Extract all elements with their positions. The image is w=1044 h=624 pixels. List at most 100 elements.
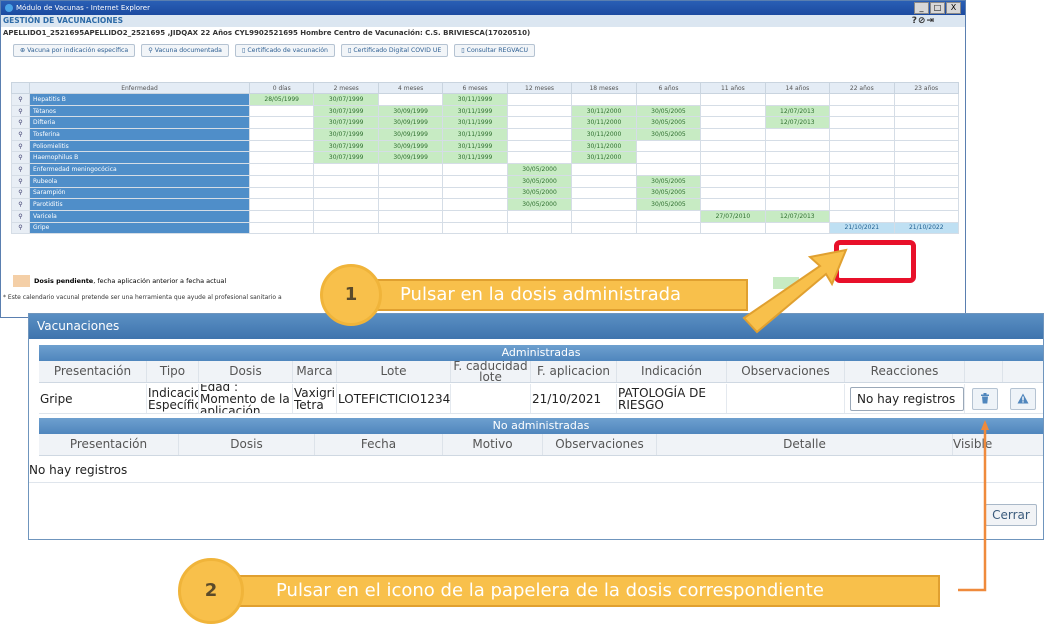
dose-cell[interactable]: 30/07/1999 (313, 139, 379, 153)
step1-text: Pulsar en la dosis administrada (400, 284, 682, 305)
covid-certificate-button[interactable]: ▯ Certificado Digital COVID UE (340, 43, 449, 57)
documented-vaccine-button[interactable]: ⚲ Vacuna documentada (141, 43, 229, 57)
specific-indication-button[interactable]: ⊕ Vacuna por indicación específica (13, 43, 136, 57)
dose-cell[interactable]: 30/11/2000 (571, 139, 637, 153)
calendar-row: ⚲ Sarampión 30/05/2000 30/05/2005 (11, 186, 960, 200)
search-icon[interactable]: ⚲ (11, 104, 30, 118)
dose-cell[interactable]: 12/07/2013 (764, 104, 831, 118)
alert-button[interactable] (1010, 387, 1036, 410)
empty-cell (829, 163, 895, 176)
empty-cell (764, 221, 831, 235)
empty-cell (635, 221, 702, 235)
close-window-button[interactable]: X (946, 2, 961, 14)
search-icon[interactable]: ⚲ (11, 116, 30, 130)
empty-cell (700, 186, 766, 200)
search-icon[interactable]: ⚲ (11, 93, 30, 106)
calendar-row: ⚲ Tosferina 30/07/1999 30/09/1999 30/11/1999… (11, 128, 960, 141)
dose-cell[interactable]: 30/09/1999 (377, 151, 444, 165)
dose-cell[interactable]: 30/11/1999 (442, 139, 508, 153)
header-icons[interactable]: ?⊘⇥ (912, 15, 935, 27)
dose-cell[interactable]: 30/05/2005 (635, 128, 702, 141)
cell-alert (1003, 384, 1043, 413)
dose-cell[interactable]: 30/11/2000 (571, 116, 637, 130)
search-icon[interactable]: ⚲ (11, 139, 30, 153)
dose-cell[interactable]: 30/09/1999 (377, 128, 444, 141)
empty-cell (764, 174, 831, 188)
reactions-box[interactable]: No hay registros (850, 386, 964, 411)
maximize-button[interactable]: □ (930, 2, 945, 14)
dose-cell[interactable]: 21/10/2022 (893, 221, 960, 235)
dose-cell[interactable]: 30/07/1999 (313, 151, 379, 165)
search-icon[interactable]: ⚲ (11, 186, 30, 200)
dose-cell[interactable]: 30/05/2005 (635, 104, 702, 118)
dose-cell[interactable]: 30/05/2005 (635, 116, 702, 130)
search-icon[interactable]: ⚲ (11, 128, 30, 141)
dose-cell[interactable]: 30/05/2000 (506, 163, 573, 176)
close-button[interactable]: Cerrar (985, 504, 1037, 526)
search-icon[interactable]: ⚲ (11, 198, 30, 211)
empty-cell (700, 93, 766, 106)
dose-cell[interactable]: 30/05/2005 (635, 174, 702, 188)
empty-cell (893, 186, 960, 200)
delete-dose-button[interactable] (972, 387, 998, 410)
calendar-row: ⚲ Difteria 30/07/1999 30/09/1999 30/11/1999 3… (11, 116, 960, 130)
dose-cell[interactable]: 30/07/1999 (313, 104, 379, 118)
dose-cell[interactable]: 30/07/1999 (313, 93, 379, 106)
action-toolbar: ⊕ Vacuna por indicación específica ⚲ Vac… (1, 39, 965, 61)
dose-cell[interactable]: 28/05/1999 (248, 93, 315, 106)
column-header: 11 años (700, 82, 766, 94)
search-icon[interactable]: ⚲ (11, 163, 30, 176)
search-icon[interactable]: ⚲ (11, 151, 30, 165)
dose-cell[interactable]: 30/05/2000 (506, 174, 573, 188)
search-icon[interactable]: ⚲ (11, 209, 30, 223)
dose-cell[interactable]: 30/05/2005 (635, 198, 702, 211)
administered-section-title: Administradas (39, 345, 1043, 361)
col-observaciones: Observaciones (727, 361, 845, 382)
dose-cell[interactable]: 30/11/1999 (442, 93, 508, 106)
dose-cell[interactable]: 30/11/2000 (571, 151, 637, 165)
dose-cell[interactable]: 21/10/2021 (829, 221, 895, 235)
dose-cell[interactable]: 30/11/1999 (442, 128, 508, 141)
dose-cell[interactable]: 30/05/2000 (506, 198, 573, 211)
dose-cell[interactable]: 30/07/1999 (313, 116, 379, 130)
dose-cell[interactable]: 30/11/1999 (442, 151, 508, 165)
search-icon[interactable]: ⚲ (11, 174, 30, 188)
dose-cell[interactable]: 27/07/2010 (700, 209, 766, 223)
empty-cell (700, 151, 766, 165)
col-aplicacion: F. aplicacion (531, 361, 617, 382)
disease-name: Gripe (29, 221, 250, 235)
dose-cell[interactable]: 12/07/2013 (764, 116, 831, 130)
search-icon[interactable]: ⚲ (11, 221, 30, 235)
legend-text: , fecha aplicación anterior a fecha actu… (93, 277, 227, 285)
empty-cell (571, 163, 637, 176)
dose-cell[interactable]: 30/11/1999 (442, 104, 508, 118)
dose-cell[interactable]: 30/11/2000 (571, 104, 637, 118)
empty-cell (764, 128, 831, 141)
empty-cell (829, 93, 895, 106)
empty-cell (248, 151, 315, 165)
dose-cell[interactable]: 30/09/1999 (377, 116, 444, 130)
dose-cell[interactable]: 30/11/2000 (571, 128, 637, 141)
col-na-motivo: Motivo (443, 434, 543, 455)
trash-icon (981, 393, 989, 404)
dose-cell[interactable]: 30/05/2000 (506, 186, 573, 200)
minimize-button[interactable]: _ (914, 2, 929, 14)
dose-cell[interactable]: 30/11/1999 (442, 116, 508, 130)
empty-cell (313, 163, 379, 176)
empty-cell (313, 209, 379, 223)
dose-cell[interactable]: 30/05/2005 (635, 186, 702, 200)
regvacu-button[interactable]: ▯ Consultar REGVACU (454, 43, 536, 57)
empty-cell (764, 151, 831, 165)
dose-cell[interactable]: 30/09/1999 (377, 139, 444, 153)
empty-cell (313, 221, 379, 235)
empty-cell (313, 198, 379, 211)
dose-cell[interactable]: 30/09/1999 (377, 104, 444, 118)
calendar-note: * Este calendario vacunal pretende ser u… (3, 294, 282, 301)
certificate-button[interactable]: ▯ Certificado de vacunación (234, 43, 335, 57)
administered-row[interactable]: Gripe Indicacion Específica Edad : Momen… (39, 384, 1043, 414)
empty-cell (700, 174, 766, 188)
dose-cell[interactable]: 12/07/2013 (764, 209, 831, 223)
cell-observaciones (727, 384, 845, 413)
col-na-fecha: Fecha (315, 434, 443, 455)
dose-cell[interactable]: 30/07/1999 (313, 128, 379, 141)
